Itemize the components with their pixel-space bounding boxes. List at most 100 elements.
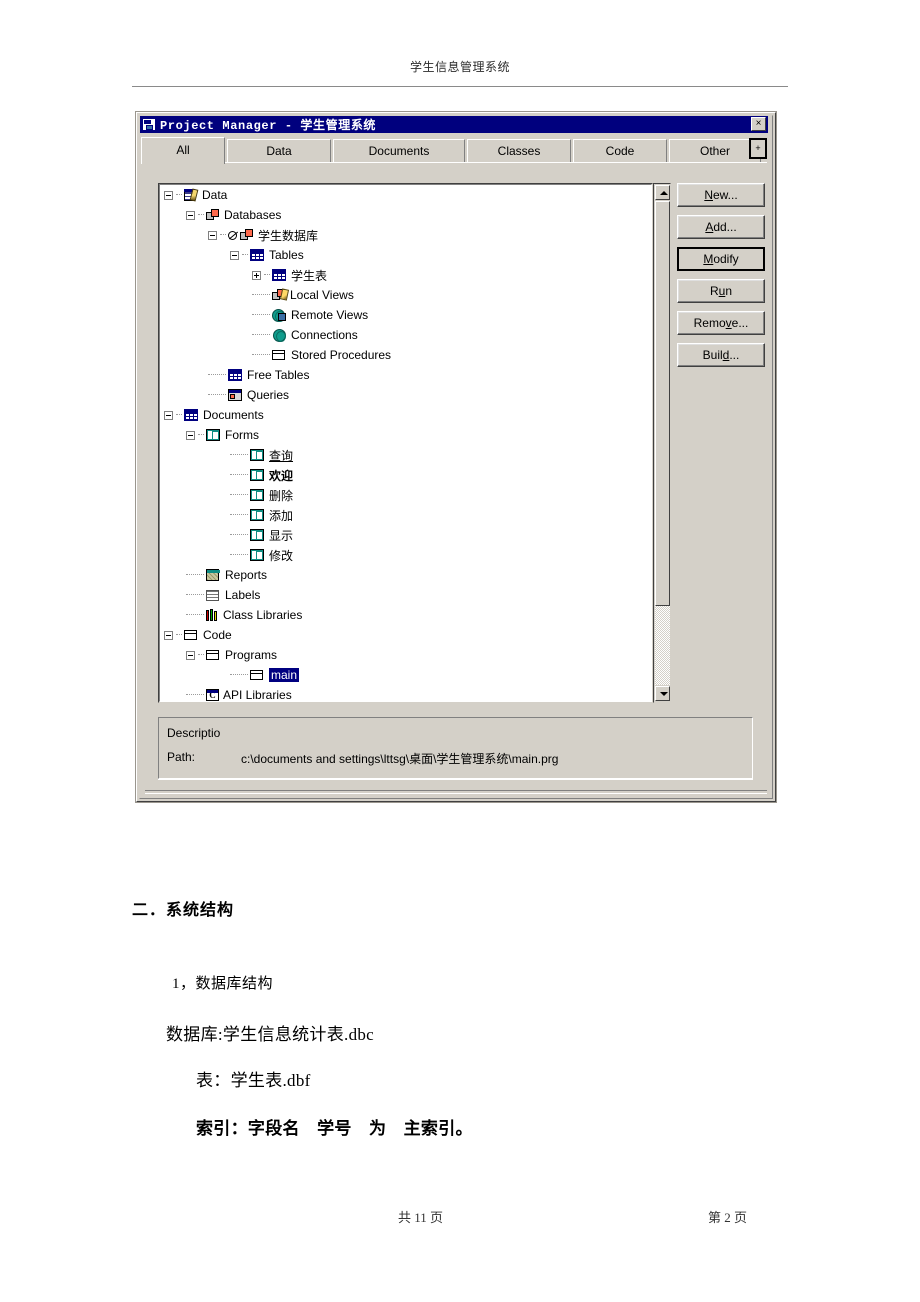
run-button[interactable]: Run [677, 279, 765, 303]
tab-documents[interactable]: Documents [333, 139, 465, 163]
tab-data[interactable]: Data [227, 139, 331, 163]
new-button[interactable]: New... [677, 183, 765, 207]
tree-connector [208, 374, 226, 376]
tree-expander-minus-icon[interactable] [208, 230, 217, 240]
tree-item-Connections[interactable]: Connections [160, 325, 651, 345]
database-excluded-icon [240, 229, 254, 241]
tree-item-label: Databases [224, 208, 282, 222]
tree-expander-minus-icon[interactable] [164, 630, 173, 640]
tree-item-label: Data [202, 188, 228, 202]
tree-item-Code[interactable]: Code [160, 625, 651, 645]
modify-button[interactable]: Modify [677, 247, 765, 271]
tree-expander-plus-icon[interactable] [252, 270, 261, 280]
tab-other[interactable]: Other [669, 139, 761, 163]
tree-item-Labels[interactable]: Labels [160, 585, 651, 605]
tree-item-main[interactable]: main [160, 665, 651, 685]
documents-icon [184, 408, 199, 422]
page-header-rule [132, 86, 788, 87]
tree-item-label: Documents [203, 408, 264, 422]
reports-icon [206, 568, 221, 582]
section-heading: 二．系统结构 [132, 902, 235, 919]
project-tree-panel[interactable]: Data Databases 学生数据库 Tables 学生表 Local Views Re… [159, 184, 652, 702]
tree-connector [230, 554, 248, 556]
tree-item-添加[interactable]: 添加 [160, 505, 651, 525]
labels-icon [206, 589, 221, 602]
tree-expander-minus-icon[interactable] [186, 650, 195, 660]
tree-item-Class Libraries[interactable]: Class Libraries [160, 605, 651, 625]
form-icon [250, 548, 265, 562]
tree-connector [186, 694, 204, 696]
tree-item-Free Tables[interactable]: Free Tables [160, 365, 651, 385]
tree-connector [252, 354, 270, 356]
tab-all[interactable]: All [141, 137, 225, 164]
tree-connector [230, 494, 248, 496]
tree-expander-minus-icon[interactable] [186, 430, 195, 440]
form-icon [250, 468, 265, 482]
tree-item-label: API Libraries [223, 688, 292, 702]
tree-connector [230, 474, 248, 476]
doc-line-1: 1，数据库结构 [172, 976, 274, 992]
form-icon [206, 428, 221, 442]
tree-item-学生表[interactable]: 学生表 [160, 265, 651, 285]
tab-classes[interactable]: Classes [467, 139, 571, 163]
tree-connector [198, 434, 204, 436]
remove-button[interactable]: Remove... [677, 311, 765, 335]
local-views-icon [272, 288, 290, 301]
tab-code[interactable]: Code [573, 139, 667, 163]
tree-connector [198, 654, 204, 656]
excluded-mark-icon [228, 230, 239, 241]
tree-item-学生数据库[interactable]: 学生数据库 [160, 225, 651, 245]
tree-connector [186, 594, 204, 596]
tree-expander-minus-icon[interactable] [164, 190, 173, 200]
project-manager-window: Project Manager - 学生管理系统 × All Data Docu… [136, 112, 776, 802]
tree-connector [208, 394, 226, 396]
tree-item-label: 查询 [269, 448, 294, 463]
tree-item-Databases[interactable]: Databases [160, 205, 651, 225]
form-icon [250, 528, 265, 542]
scrollbar-thumb[interactable] [655, 201, 670, 606]
table-grid-icon [250, 248, 265, 262]
tree-connector [198, 214, 204, 216]
add-button[interactable]: Add... [677, 215, 765, 239]
tree-item-查询[interactable]: 查询 [160, 445, 651, 465]
tree-connector [220, 234, 226, 236]
tree-item-Documents[interactable]: Documents [160, 405, 651, 425]
form-icon [250, 488, 265, 502]
tree-vertical-scrollbar[interactable] [653, 183, 671, 703]
tree-item-显示[interactable]: 显示 [160, 525, 651, 545]
tree-item-Programs[interactable]: Programs [160, 645, 651, 665]
tree-expander-minus-icon[interactable] [164, 410, 173, 420]
tree-item-Local Views[interactable]: Local Views [160, 285, 651, 305]
tree-item-label: 添加 [269, 508, 294, 523]
tree-expander-minus-icon[interactable] [230, 250, 239, 260]
tree-item-Remote Views[interactable]: Remote Views [160, 305, 651, 325]
tree-connector [186, 574, 204, 576]
tree-item-Stored Procedures[interactable]: Stored Procedures [160, 345, 651, 365]
queries-icon [228, 388, 243, 402]
tree-item-label: Labels [225, 588, 261, 602]
tree-item-欢迎[interactable]: 欢迎 [160, 465, 651, 485]
window-title: Project Manager - 学生管理系统 [160, 119, 377, 133]
tree-item-label: Tables [269, 248, 304, 262]
tree-connector [252, 334, 270, 336]
footer-page-number: 第 2 页 [708, 1210, 748, 1225]
scroll-up-icon[interactable] [655, 185, 670, 200]
tree-item-Reports[interactable]: Reports [160, 565, 651, 585]
tree-expander-minus-icon[interactable] [186, 210, 195, 220]
doc-line-4: 索引：字段名 学号 为 主索引。 [196, 1119, 473, 1138]
build-button[interactable]: Build... [677, 343, 765, 367]
tab-scroll-button[interactable]: + [749, 138, 767, 159]
tree-connector [230, 534, 248, 536]
tree-item-Data[interactable]: Data [160, 185, 651, 205]
connections-globe-icon [272, 328, 287, 342]
tree-item-Queries[interactable]: Queries [160, 385, 651, 405]
tree-item-删除[interactable]: 删除 [160, 485, 651, 505]
api-libraries-icon: C [206, 689, 219, 701]
tree-item-Forms[interactable]: Forms [160, 425, 651, 445]
tree-item-修改[interactable]: 修改 [160, 545, 651, 565]
scroll-down-icon[interactable] [655, 686, 670, 701]
tree-item-API Libraries[interactable]: C API Libraries [160, 685, 651, 702]
close-icon[interactable]: × [751, 117, 766, 131]
window-titlebar[interactable]: Project Manager - 学生管理系统 × [140, 116, 768, 133]
tree-item-Tables[interactable]: Tables [160, 245, 651, 265]
